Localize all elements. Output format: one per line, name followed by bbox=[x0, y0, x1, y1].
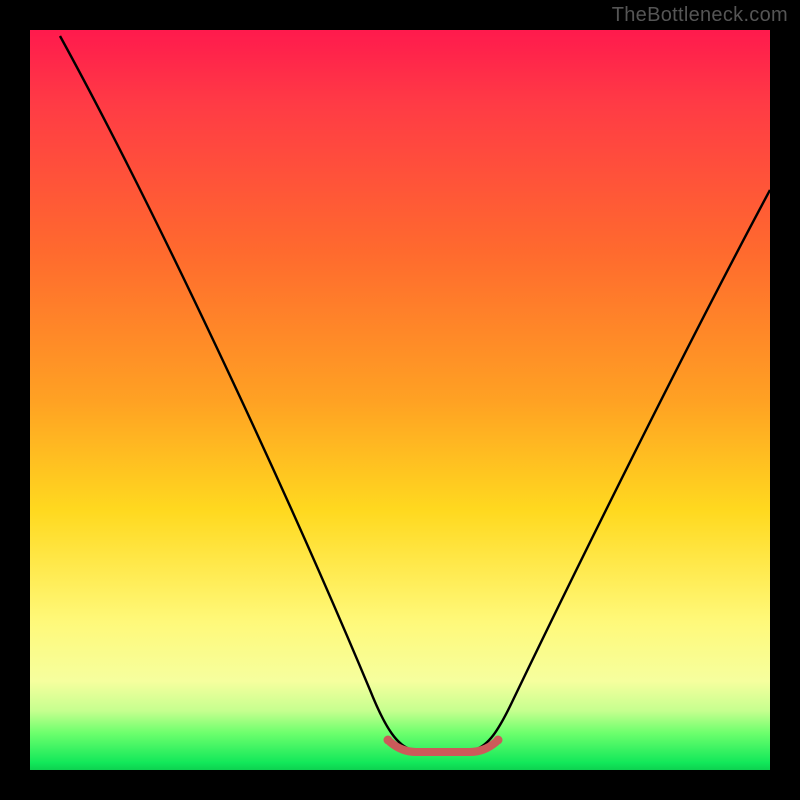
watermark-label: TheBottleneck.com bbox=[612, 4, 788, 27]
floor-highlight-left-cap bbox=[384, 736, 393, 745]
bottleneck-curve bbox=[60, 36, 770, 750]
plot-area bbox=[30, 30, 770, 770]
curve-svg bbox=[30, 30, 770, 770]
floor-highlight bbox=[390, 742, 496, 752]
chart-frame: TheBottleneck.com bbox=[0, 0, 800, 800]
floor-highlight-right-cap bbox=[494, 736, 503, 745]
